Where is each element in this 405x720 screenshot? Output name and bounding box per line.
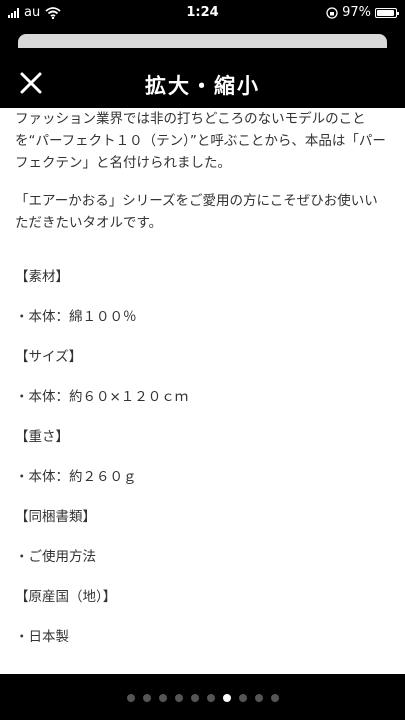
size-value: ・本体：約６０×１２０ｃｍ bbox=[15, 389, 189, 405]
product-description: ファッション業界では非の打ちどころのないモデルのことを“パーフェクト１０（テン）… bbox=[0, 108, 405, 666]
origin-heading: 【原産国（地）】 bbox=[15, 589, 117, 605]
weight-value: ・本体：約２６０ｇ bbox=[15, 469, 137, 485]
header: 拡大・縮小 bbox=[0, 58, 405, 108]
page-dot[interactable] bbox=[158, 694, 167, 702]
page-indicator bbox=[0, 694, 405, 702]
intro-paragraph-2: 「エアーかおる」シリーズをご愛用の方にこそぜひお使いいただきたいタオルです。 bbox=[15, 193, 378, 231]
weight-heading: 【重さ】 bbox=[15, 429, 69, 445]
page-dot[interactable] bbox=[174, 694, 183, 702]
sheet-background bbox=[18, 34, 387, 48]
page-dot[interactable] bbox=[126, 694, 135, 702]
zoom-content[interactable]: ファッション業界では非の打ちどころのないモデルのことを“パーフェクト１０（テン）… bbox=[0, 108, 405, 674]
docs-heading: 【同梱書類】 bbox=[15, 509, 96, 525]
rotation-lock-icon bbox=[326, 6, 338, 19]
material-heading: 【素材】 bbox=[15, 269, 69, 285]
battery-percent: 97% bbox=[342, 5, 371, 20]
page-dot[interactable] bbox=[222, 694, 231, 702]
page-dot[interactable] bbox=[190, 694, 199, 702]
origin-value: ・日本製 bbox=[15, 629, 69, 645]
battery-fill bbox=[377, 9, 395, 16]
material-value: ・本体：綿１００％ bbox=[15, 309, 137, 325]
page-dot[interactable] bbox=[270, 694, 279, 702]
page-dot[interactable] bbox=[254, 694, 263, 702]
footer bbox=[0, 674, 405, 720]
intro-paragraph-1: ファッション業界では非の打ちどころのないモデルのことを“パーフェクト１０（テン）… bbox=[15, 111, 386, 171]
status-right: 97% bbox=[326, 5, 399, 20]
page-dot[interactable] bbox=[142, 694, 151, 702]
page-title: 拡大・縮小 bbox=[145, 74, 260, 98]
status-bar: au 1:24 97% bbox=[0, 0, 405, 26]
size-heading: 【サイズ】 bbox=[15, 349, 83, 365]
docs-value: ・ご使用方法 bbox=[15, 549, 96, 565]
page-dot[interactable] bbox=[206, 694, 215, 702]
battery-icon bbox=[375, 7, 399, 18]
page-dot[interactable] bbox=[238, 694, 247, 702]
